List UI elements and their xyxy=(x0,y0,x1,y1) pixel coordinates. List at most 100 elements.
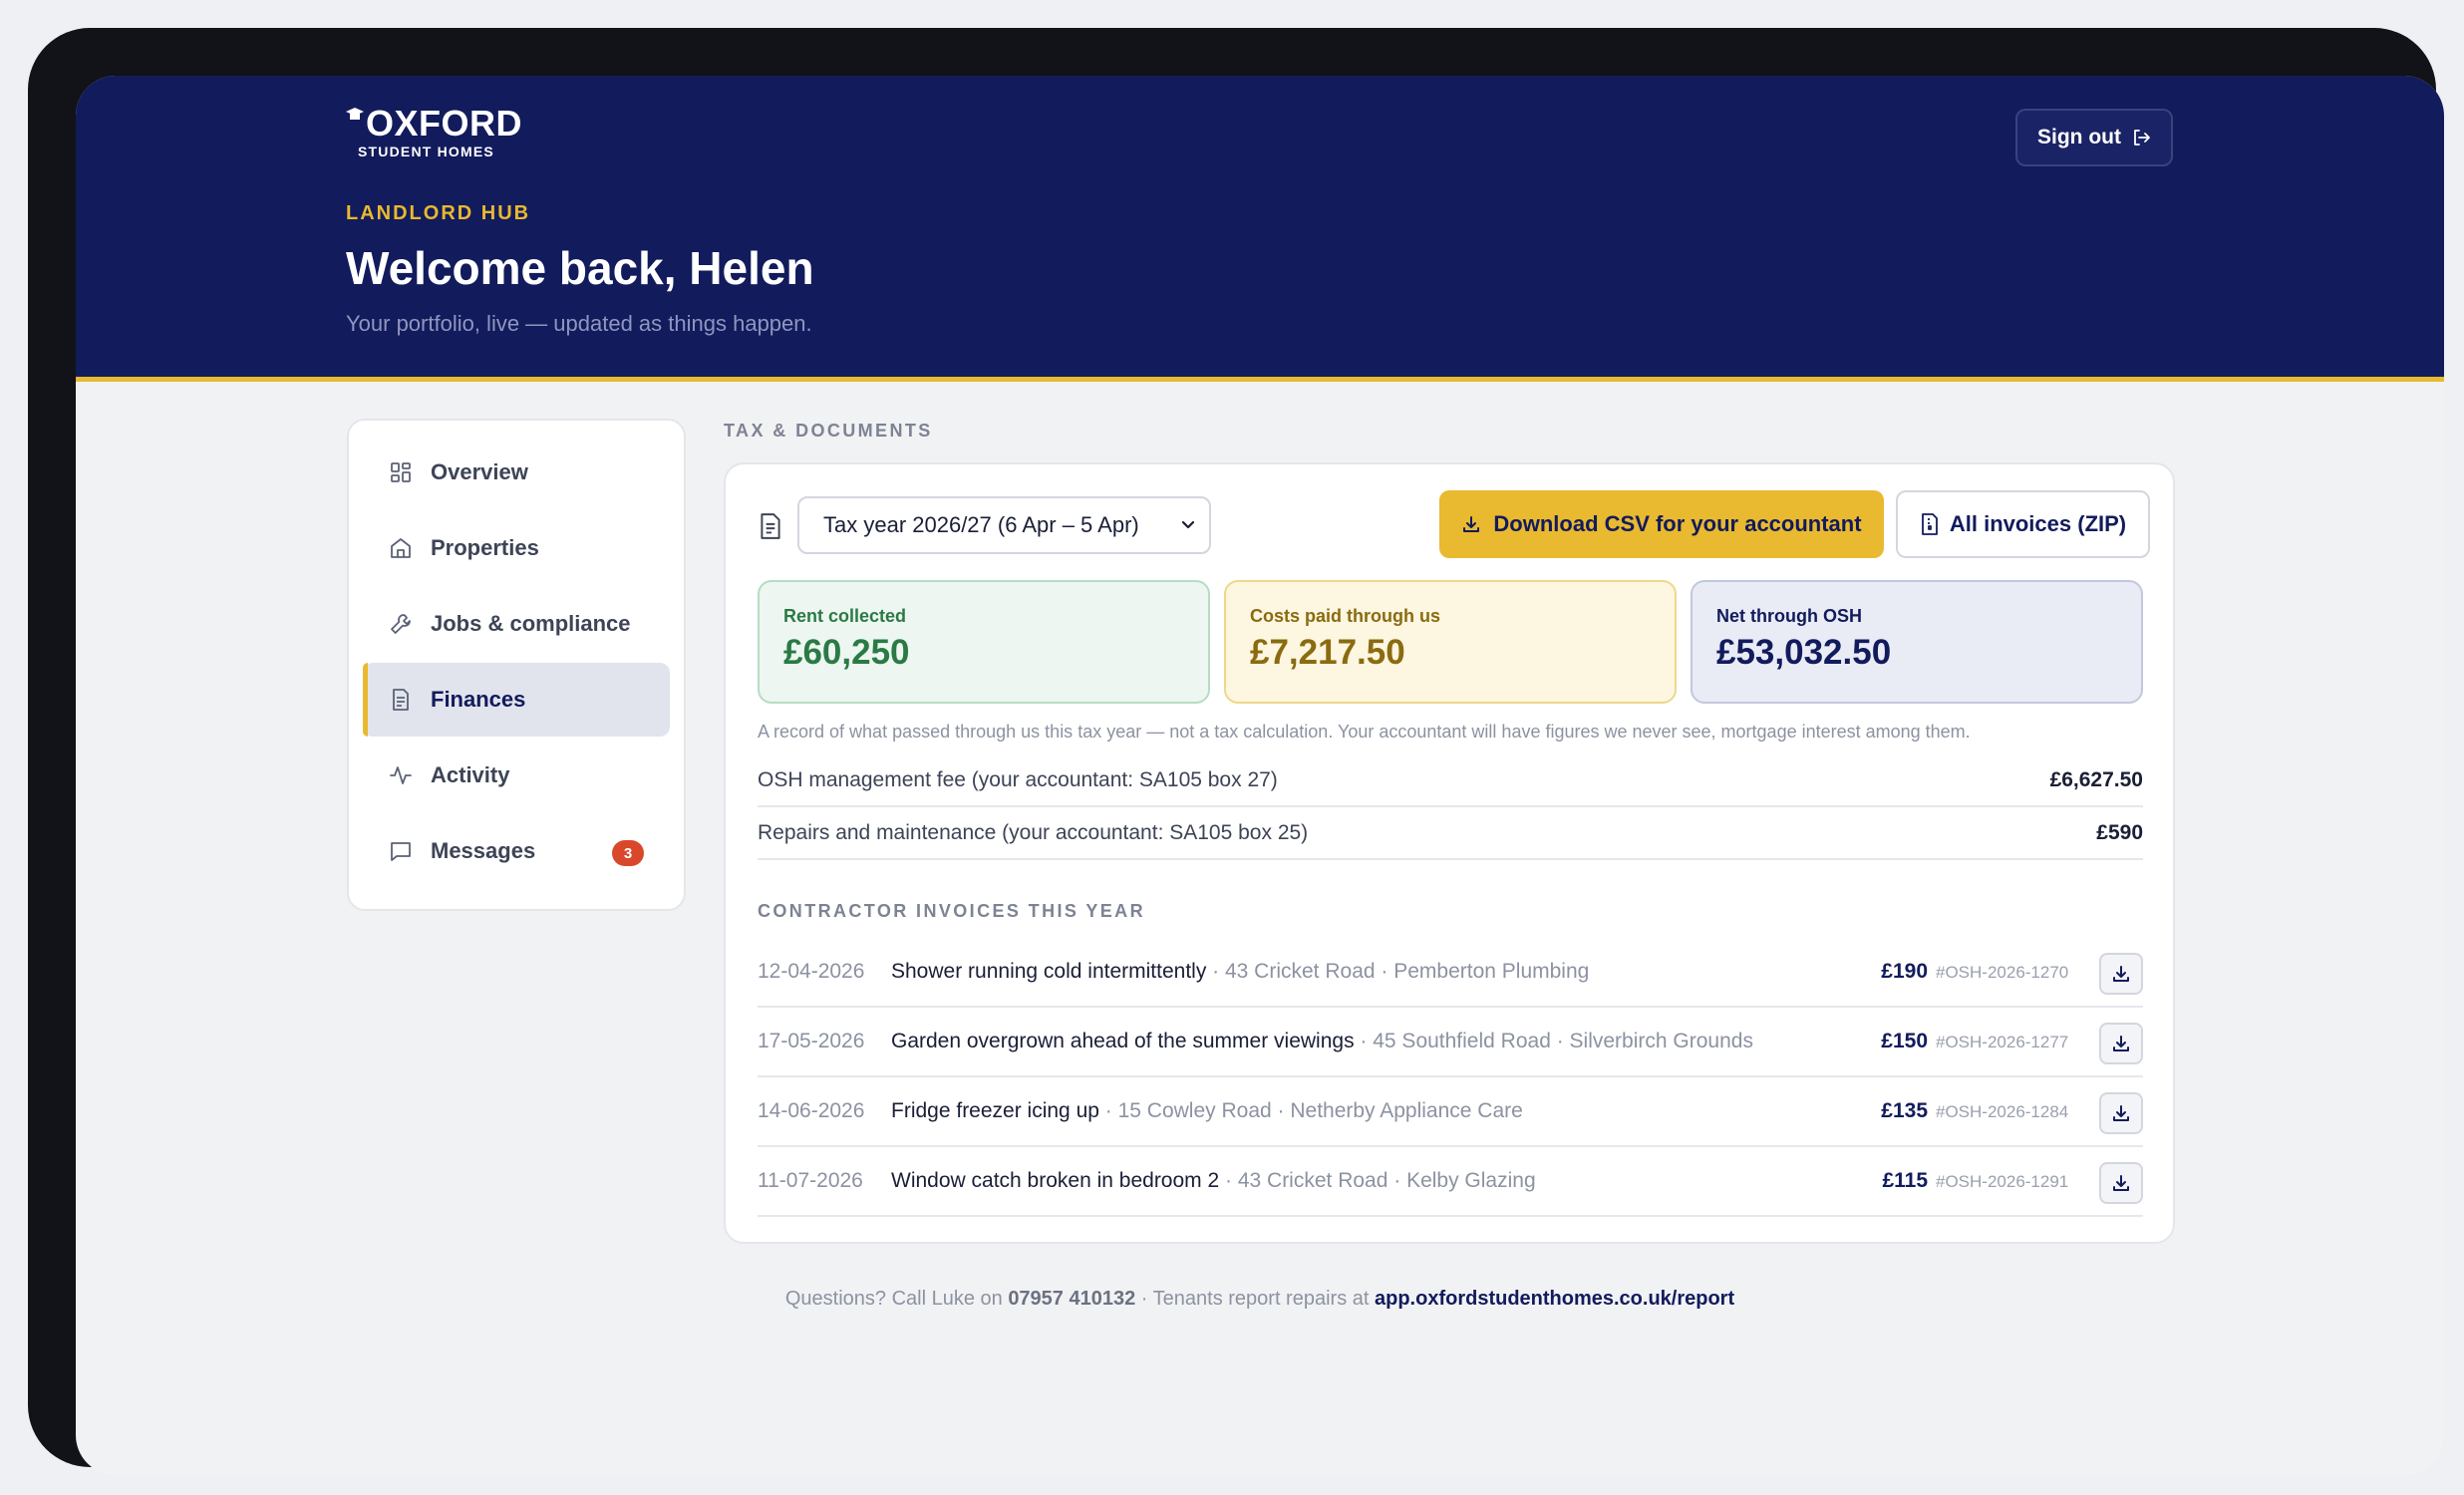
invoice-download-button[interactable] xyxy=(2099,953,2143,995)
fee-row-repairs: Repairs and maintenance (your accountant… xyxy=(758,808,2143,860)
footer-prefix: Questions? Call Luke on xyxy=(784,1288,1009,1310)
tax-year-select[interactable]: Tax year 2026/27 (6 Apr – 5 Apr) xyxy=(797,496,1211,554)
activity-icon xyxy=(390,766,412,784)
page-subtitle: Your portfolio, live — updated as things… xyxy=(346,311,812,336)
sidebar-item-label: Finances xyxy=(431,687,526,712)
zip-file-icon xyxy=(1921,513,1938,535)
invoice-date: 11-07-2026 xyxy=(758,1169,863,1192)
download-icon xyxy=(2113,1175,2129,1191)
section-title: TAX & DOCUMENTS xyxy=(724,421,933,441)
stat-label: Rent collected xyxy=(783,606,907,626)
stat-value: £7,217.50 xyxy=(1250,633,1405,672)
stat-label: Net through OSH xyxy=(1716,606,1862,626)
footer-middle: · Tenants report repairs at xyxy=(1135,1288,1375,1310)
invoice-ref: #OSH-2026-1291 xyxy=(1936,1172,2069,1191)
invoice-row: 17-05-2026 Garden overgrown ahead of the… xyxy=(758,1009,2143,1077)
sign-out-button[interactable]: Sign out xyxy=(2015,109,2173,166)
invoices-heading: CONTRACTOR INVOICES THIS YEAR xyxy=(758,901,1145,921)
invoice-amount: £190 xyxy=(1881,960,1928,983)
fee-amount: £590 xyxy=(2096,821,2143,844)
logo-subtitle: STUDENT HOMES xyxy=(358,144,494,159)
sidebar-item-label: Overview xyxy=(431,459,528,484)
brand-logo[interactable]: OXFORD STUDENT HOMES xyxy=(346,106,522,159)
invoice-title: Garden overgrown ahead of the summer vie… xyxy=(891,1030,1355,1052)
all-invoices-label: All invoices (ZIP) xyxy=(1949,511,2127,536)
download-icon xyxy=(2113,1036,2129,1051)
fee-label: OSH management fee (your accountant: SA1… xyxy=(758,768,1278,791)
hub-kicker: LANDLORD HUB xyxy=(346,202,531,224)
invoice-row: 11-07-2026 Window catch broken in bedroo… xyxy=(758,1148,2143,1217)
invoice-row: 12-04-2026 Shower running cold intermitt… xyxy=(758,939,2143,1008)
invoice-download-button[interactable] xyxy=(2099,1092,2143,1134)
chevron-down-icon xyxy=(1181,520,1195,529)
invoice-meta: · 43 Cricket Road · Pemberton Plumbing xyxy=(1206,960,1590,983)
tax-year-value: Tax year 2026/27 (6 Apr – 5 Apr) xyxy=(823,512,1139,537)
document-icon xyxy=(761,513,780,539)
footer-phone[interactable]: 07957 410132 xyxy=(1008,1288,1135,1310)
invoice-description: Shower running cold intermittently · 43 … xyxy=(891,960,1589,984)
sidebar-item-overview[interactable]: Overview xyxy=(363,436,670,509)
message-icon xyxy=(391,842,411,861)
sidebar-item-finances[interactable]: Finances xyxy=(363,663,670,737)
invoice-meta: · 45 Southfield Road · Silverbirch Groun… xyxy=(1354,1030,1753,1052)
home-icon xyxy=(391,538,411,558)
download-icon xyxy=(1463,516,1480,532)
sidebar-item-jobs[interactable]: Jobs & compliance xyxy=(363,587,670,661)
invoice-ref: #OSH-2026-1284 xyxy=(1936,1102,2069,1121)
invoice-ref: #OSH-2026-1270 xyxy=(1936,963,2069,982)
logo-wordmark: OXFORD xyxy=(346,106,522,142)
fee-amount: £6,627.50 xyxy=(2049,768,2143,791)
stat-rent-collected: Rent collected £60,250 xyxy=(758,580,1210,704)
header-banner: OXFORD STUDENT HOMES LANDLORD HUB Welcom… xyxy=(76,76,2444,382)
document-icon xyxy=(393,689,409,711)
unread-badge: 3 xyxy=(612,840,644,866)
all-invoices-zip-button[interactable]: All invoices (ZIP) xyxy=(1896,490,2150,558)
invoice-ref: #OSH-2026-1277 xyxy=(1936,1033,2069,1051)
invoice-download-button[interactable] xyxy=(2099,1162,2143,1204)
invoice-description: Garden overgrown ahead of the summer vie… xyxy=(891,1030,1753,1053)
invoice-description: Window catch broken in bedroom 2 · 43 Cr… xyxy=(891,1169,1536,1193)
stat-label: Costs paid through us xyxy=(1250,606,1440,626)
invoice-title: Window catch broken in bedroom 2 xyxy=(891,1169,1220,1192)
wrench-icon xyxy=(391,614,411,634)
stat-net-through-osh: Net through OSH £53,032.50 xyxy=(1691,580,2143,704)
download-csv-label: Download CSV for your accountant xyxy=(1493,511,1862,536)
invoice-date: 12-04-2026 xyxy=(758,960,865,983)
download-icon xyxy=(2113,966,2129,982)
stat-costs-paid: Costs paid through us £7,217.50 xyxy=(1224,580,1677,704)
device-frame: OXFORD STUDENT HOMES LANDLORD HUB Welcom… xyxy=(28,28,2444,1475)
invoice-amount: £135 xyxy=(1881,1099,1928,1122)
logo-name: OXFORD xyxy=(366,103,523,144)
invoice-download-button[interactable] xyxy=(2099,1023,2143,1064)
fee-label: Repairs and maintenance (your accountant… xyxy=(758,821,1309,844)
grid-icon xyxy=(391,462,411,482)
footer-report-link[interactable]: app.oxfordstudenthomes.co.uk/report xyxy=(1375,1288,1734,1310)
invoice-date: 17-05-2026 xyxy=(758,1030,865,1052)
download-icon xyxy=(2113,1105,2129,1121)
sign-out-icon xyxy=(2134,130,2150,146)
sidebar-item-label: Messages xyxy=(431,838,536,863)
sidebar-item-properties[interactable]: Properties xyxy=(363,511,670,585)
sidebar-item-messages[interactable]: Messages 3 xyxy=(363,814,670,888)
sidebar-item-label: Activity xyxy=(431,762,510,787)
footer-help: Questions? Call Luke on 07957 410132 · T… xyxy=(76,1288,2444,1311)
download-csv-button[interactable]: Download CSV for your accountant xyxy=(1439,490,1884,558)
sign-out-label: Sign out xyxy=(2037,126,2121,149)
page-title: Welcome back, Helen xyxy=(346,242,814,294)
sidebar-nav: Overview Properties Jobs & compliance Fi… xyxy=(347,419,686,911)
invoice-meta: · 43 Cricket Road · Kelby Glazing xyxy=(1219,1169,1536,1192)
sidebar-item-activity[interactable]: Activity xyxy=(363,739,670,812)
sidebar-item-label: Jobs & compliance xyxy=(431,611,631,636)
invoice-row: 14-06-2026 Fridge freezer icing up · 15 … xyxy=(758,1078,2143,1147)
invoice-amount: £115 xyxy=(1882,1169,1928,1192)
invoice-amount: £150 xyxy=(1881,1030,1928,1052)
invoice-description: Fridge freezer icing up · 15 Cowley Road… xyxy=(891,1099,1523,1123)
invoice-meta: · 15 Cowley Road · Netherby Appliance Ca… xyxy=(1098,1099,1523,1122)
graduation-cap-icon xyxy=(346,108,364,120)
fee-row-management: OSH management fee (your accountant: SA1… xyxy=(758,755,2143,807)
stat-value: £60,250 xyxy=(783,633,910,672)
disclaimer-note: A record of what passed through us this … xyxy=(758,722,1971,742)
stat-value: £53,032.50 xyxy=(1716,633,1892,672)
invoice-title: Shower running cold intermittently xyxy=(891,960,1207,983)
tax-documents-card: Tax year 2026/27 (6 Apr – 5 Apr) Downloa… xyxy=(724,462,2175,1244)
